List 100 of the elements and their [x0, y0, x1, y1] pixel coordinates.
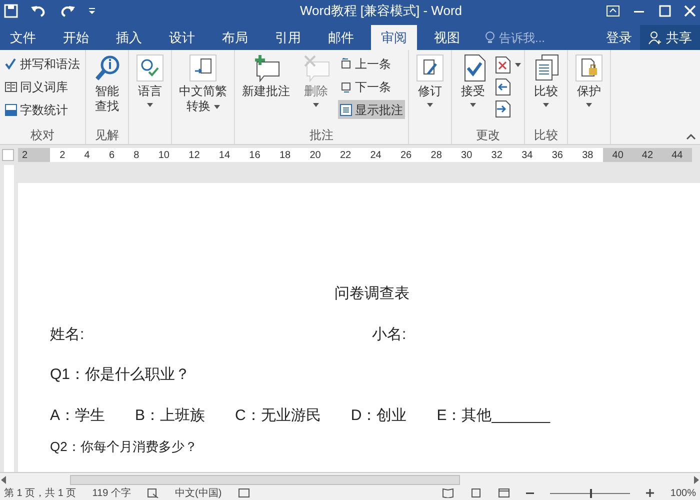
- read-mode-icon[interactable]: [442, 488, 454, 498]
- lightbulb-icon: [485, 30, 495, 44]
- language-icon: [136, 54, 164, 82]
- ruler-number: 18: [279, 148, 291, 162]
- ruler-number: 16: [249, 148, 260, 162]
- ruler-number: 38: [582, 148, 594, 162]
- thesaurus-icon: [5, 80, 17, 92]
- ribbon-button[interactable]: 修订: [412, 54, 448, 107]
- window-title: Word教程 [兼容模式] - Word: [298, 2, 464, 20]
- collapse-ribbon-icon[interactable]: [686, 134, 696, 140]
- question-text: Q2：你每个月消费多少？: [50, 438, 198, 456]
- form-field-label: 小名:: [372, 324, 408, 344]
- ruler-number: 44: [672, 148, 683, 162]
- ribbon-button[interactable]: 上一条: [338, 54, 405, 73]
- zoom-percentage[interactable]: 100%: [670, 486, 696, 500]
- ruler-number: 2: [60, 148, 66, 162]
- group-label: 见解: [95, 128, 119, 142]
- group-label: 比较: [534, 128, 558, 142]
- ribbon-button[interactable]: 中文简繁 转换: [175, 54, 231, 114]
- ribbon-button[interactable]: 智能 查找: [89, 54, 125, 114]
- answer-option: D：创业: [350, 404, 407, 427]
- group-label: 批注: [310, 128, 334, 142]
- ribbon-tab[interactable]: 文件: [0, 25, 46, 50]
- ribbon-tab[interactable]: 开始: [53, 25, 99, 50]
- group-label: 更改: [476, 128, 500, 142]
- ribbon-button[interactable]: 保护: [571, 54, 607, 107]
- new-comment-icon: [252, 54, 280, 82]
- ribbon-tab[interactable]: 审阅: [371, 25, 417, 50]
- ruler-number: 26: [400, 148, 412, 162]
- person-icon: [648, 30, 662, 44]
- magnifier-info-icon: [93, 54, 121, 82]
- ruler-number: 14: [218, 148, 230, 162]
- ribbon-display-icon[interactable]: [606, 5, 620, 17]
- reject-change-icon[interactable]: [495, 56, 511, 74]
- next-change-icon[interactable]: [495, 100, 511, 118]
- ruler-number: 28: [430, 148, 442, 162]
- group-label: 校对: [30, 128, 54, 142]
- dropdown-caret-icon[interactable]: [515, 63, 521, 67]
- next-comment-icon: [340, 80, 352, 92]
- language-indicator[interactable]: 中文(中国): [174, 486, 222, 500]
- ruler-number: 42: [642, 148, 654, 162]
- proofing-icon[interactable]: [146, 488, 159, 498]
- redo-icon[interactable]: [60, 4, 76, 18]
- ribbon-button[interactable]: 拼写和语法: [3, 54, 82, 73]
- ruler-number: 32: [491, 148, 502, 162]
- ruler-number: 2: [22, 148, 28, 162]
- macro-icon[interactable]: [238, 488, 250, 498]
- tell-me-field[interactable]: 告诉我...: [485, 25, 546, 50]
- scroll-left-icon[interactable]: [0, 476, 8, 484]
- close-icon[interactable]: [684, 5, 696, 17]
- customize-icon[interactable]: [88, 6, 96, 16]
- ruler-number: 6: [108, 148, 115, 162]
- ribbon-button[interactable]: 下一条: [338, 77, 405, 96]
- lock-document-icon: [575, 54, 603, 82]
- ribbon-tab[interactable]: 设计: [159, 25, 205, 50]
- horizontal-scrollbar[interactable]: [0, 472, 700, 486]
- ruler-number: 10: [158, 148, 170, 162]
- spelling-check-icon: [5, 58, 17, 70]
- zoom-slider-thumb[interactable]: [590, 488, 592, 498]
- web-layout-icon[interactable]: [498, 488, 510, 498]
- zoom-in-icon[interactable]: [646, 489, 654, 497]
- previous-comment-icon: [340, 58, 352, 70]
- ribbon-button[interactable]: 接受: [455, 54, 491, 107]
- ribbon-button[interactable]: 显示批注: [338, 100, 405, 119]
- previous-change-icon[interactable]: [495, 78, 511, 96]
- ribbon-button[interactable]: 语言: [132, 54, 168, 107]
- ruler-number: 4: [84, 148, 90, 162]
- word-count[interactable]: 119 个字: [92, 486, 131, 500]
- ribbon-button[interactable]: 字数统计: [3, 100, 82, 119]
- scrollbar-thumb[interactable]: [70, 474, 460, 484]
- track-changes-icon: [416, 54, 444, 82]
- ribbon-tab[interactable]: 布局: [212, 25, 258, 50]
- ribbon-button[interactable]: 比较: [528, 54, 564, 107]
- ribbon-tab[interactable]: 视图: [424, 25, 470, 50]
- print-layout-icon[interactable]: [470, 488, 482, 498]
- ribbon-button[interactable]: 新建批注: [238, 54, 294, 99]
- ribbon-tab[interactable]: 插入: [106, 25, 152, 50]
- share-button[interactable]: 共享: [640, 25, 700, 50]
- ruler-number: 20: [310, 148, 321, 162]
- ruler-number: 8: [134, 148, 140, 162]
- delete-comment-icon: [302, 54, 330, 82]
- answer-option: C：无业游民: [235, 404, 321, 427]
- maximize-icon[interactable]: [658, 5, 672, 17]
- ribbon-button[interactable]: 同义词库: [3, 77, 82, 96]
- document-title: 问卷调查表: [334, 284, 410, 304]
- form-field-label: 姓名:: [50, 324, 86, 344]
- question-text: Q1：你是什么职业？: [50, 365, 192, 385]
- scroll-right-icon[interactable]: [692, 476, 700, 484]
- show-comments-icon: [340, 104, 352, 116]
- save-icon[interactable]: [4, 4, 18, 18]
- ribbon-tab[interactable]: 邮件: [318, 25, 364, 50]
- page-count[interactable]: 第 1 页，共 1 页: [4, 486, 76, 500]
- login-link[interactable]: 登录: [598, 25, 640, 50]
- ribbon-tab[interactable]: 引用: [265, 25, 311, 50]
- answer-option: B：上班族: [135, 404, 206, 427]
- word-count-icon: [5, 104, 17, 116]
- answer-option: A：学生: [50, 404, 106, 427]
- ruler-number: 30: [461, 148, 472, 162]
- ruler-number: 24: [370, 148, 382, 162]
- ruler-number: 40: [612, 148, 624, 162]
